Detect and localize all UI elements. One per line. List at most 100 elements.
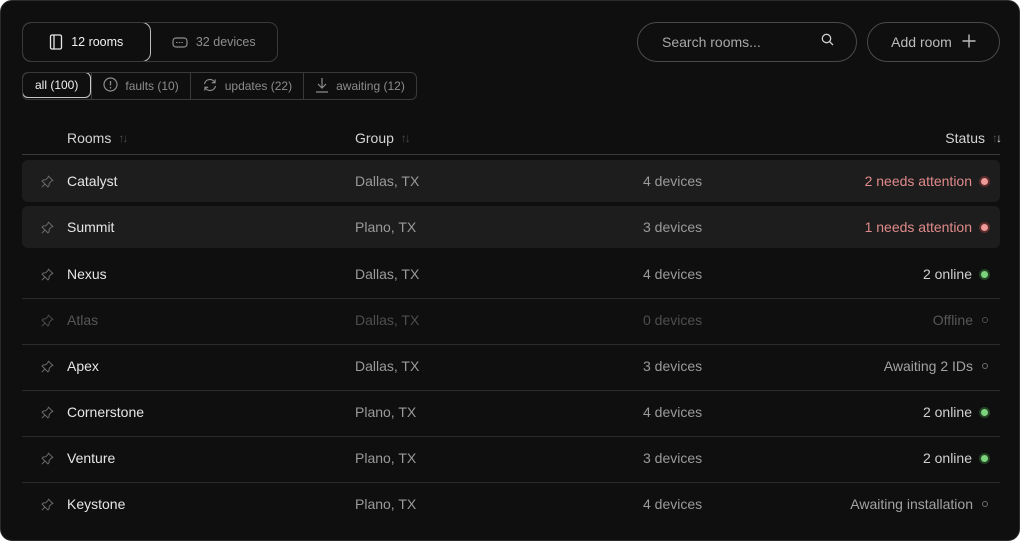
room-devices: 0 devices xyxy=(643,312,703,328)
search-input[interactable] xyxy=(662,34,812,50)
table-row[interactable]: Nexus Dallas, TX 4 devices 2 online xyxy=(22,253,1000,299)
alert-circle-icon xyxy=(103,77,118,95)
status-text: 1 needs attention xyxy=(864,219,972,235)
room-status: Offline xyxy=(933,299,988,341)
table-row[interactable]: Summit Plano, TX 3 devices 1 needs atten… xyxy=(22,206,1000,248)
status-dot xyxy=(982,317,988,323)
status-dot xyxy=(981,270,988,278)
download-icon xyxy=(315,77,329,96)
add-room-label: Add room xyxy=(891,34,952,50)
room-devices: 4 devices xyxy=(643,266,703,282)
room-name: Atlas xyxy=(67,312,99,328)
table-row[interactable]: Keystone Plano, TX 4 devices Awaiting in… xyxy=(22,483,1000,525)
room-status: Awaiting installation xyxy=(850,483,988,525)
filter-awaiting-label: awaiting (12) xyxy=(336,79,405,93)
room-status: Awaiting 2 IDs xyxy=(884,345,988,387)
room-name: Catalyst xyxy=(67,173,118,189)
table-row[interactable]: Catalyst Dallas, TX 4 devices 2 needs at… xyxy=(22,160,1000,202)
room-status: 1 needs attention xyxy=(865,206,988,248)
status-text: 2 needs attention xyxy=(864,173,972,189)
room-devices: 3 devices xyxy=(643,450,703,466)
status-text: Awaiting 2 IDs xyxy=(883,358,973,374)
devices-toggle-button[interactable]: 32 devices xyxy=(151,23,278,61)
rooms-icon xyxy=(49,34,63,50)
plus-icon xyxy=(962,34,976,51)
status-dot xyxy=(981,177,988,185)
room-name: Keystone xyxy=(67,496,126,512)
table-row[interactable]: Venture Plano, TX 3 devices 2 online xyxy=(22,437,1000,483)
add-room-button[interactable]: Add room xyxy=(867,22,1000,62)
column-status[interactable]: Status ↑↓ xyxy=(945,130,1002,146)
room-group: Plano, TX xyxy=(355,450,417,466)
table-row[interactable]: Apex Dallas, TX 3 devices Awaiting 2 IDs xyxy=(22,345,1000,391)
status-dot xyxy=(982,363,988,369)
filter-chips: all (100) faults (10) updates (22) await… xyxy=(22,72,417,100)
column-rooms[interactable]: Rooms ↑↓ xyxy=(67,130,128,146)
refresh-icon xyxy=(202,78,218,95)
room-status: 2 online xyxy=(923,253,988,295)
table-row[interactable]: Cornerstone Plano, TX 4 devices 2 online xyxy=(22,391,1000,437)
search-box[interactable] xyxy=(637,22,857,62)
pin-icon[interactable] xyxy=(41,299,54,341)
filter-awaiting[interactable]: awaiting (12) xyxy=(303,73,416,99)
pin-icon[interactable] xyxy=(41,253,54,295)
column-group[interactable]: Group ↑↓ xyxy=(355,130,411,146)
view-toggle: 12 rooms 32 devices xyxy=(22,22,278,62)
pin-icon[interactable] xyxy=(41,391,54,433)
rooms-toggle-button[interactable]: 12 rooms xyxy=(23,23,151,61)
pin-icon[interactable] xyxy=(41,483,54,525)
status-dot xyxy=(981,454,988,462)
filter-updates[interactable]: updates (22) xyxy=(189,73,303,99)
pin-icon[interactable] xyxy=(41,160,54,202)
sort-desc-icon: ↑↓ xyxy=(992,131,1002,145)
filter-all-label: all (100) xyxy=(35,78,79,92)
pin-icon[interactable] xyxy=(41,437,54,479)
room-devices: 4 devices xyxy=(643,496,703,512)
room-status: 2 needs attention xyxy=(865,160,988,202)
pin-icon[interactable] xyxy=(41,206,54,248)
room-group: Plano, TX xyxy=(355,219,417,235)
room-name: Apex xyxy=(67,358,99,374)
room-devices: 4 devices xyxy=(643,404,703,420)
room-name: Nexus xyxy=(67,266,107,282)
room-group: Plano, TX xyxy=(355,404,417,420)
filter-updates-label: updates (22) xyxy=(224,79,293,93)
filter-all[interactable]: all (100) xyxy=(22,73,92,98)
column-group-label: Group xyxy=(355,130,394,146)
status-dot xyxy=(981,223,988,231)
status-text: 2 online xyxy=(922,266,972,282)
room-name: Venture xyxy=(67,450,116,466)
room-devices: 3 devices xyxy=(643,358,703,374)
room-group: Dallas, TX xyxy=(355,358,420,374)
devices-toggle-label: 32 devices xyxy=(195,35,256,49)
column-rooms-label: Rooms xyxy=(67,130,112,146)
room-group: Dallas, TX xyxy=(355,266,420,282)
room-status: 2 online xyxy=(923,391,988,433)
sort-icon: ↑↓ xyxy=(118,131,128,145)
rooms-panel: 12 rooms 32 devices Add room all (100) f… xyxy=(0,0,1020,541)
room-group: Dallas, TX xyxy=(355,173,420,189)
room-group: Dallas, TX xyxy=(355,312,420,328)
room-devices: 4 devices xyxy=(643,173,703,189)
rooms-toggle-label: 12 rooms xyxy=(71,35,124,49)
column-status-label: Status xyxy=(945,130,985,146)
filter-faults-label: faults (10) xyxy=(125,79,179,93)
room-name: Cornerstone xyxy=(67,404,145,420)
status-text: Awaiting installation xyxy=(850,496,973,512)
room-status: 2 online xyxy=(923,437,988,479)
status-dot xyxy=(981,408,988,416)
pin-icon[interactable] xyxy=(41,345,54,387)
status-dot xyxy=(982,501,988,507)
table-row[interactable]: Atlas Dallas, TX 0 devices Offline xyxy=(22,299,1000,345)
filter-faults[interactable]: faults (10) xyxy=(91,73,189,99)
room-devices: 3 devices xyxy=(643,219,703,235)
sort-icon: ↑↓ xyxy=(400,131,411,145)
device-icon xyxy=(172,36,188,48)
table-header: Rooms ↑↓ Group ↑↓ Status ↑↓ xyxy=(22,123,1002,155)
search-icon[interactable] xyxy=(821,33,834,51)
status-text: Offline xyxy=(932,312,973,328)
status-text: 2 online xyxy=(922,450,972,466)
status-text: 2 online xyxy=(922,404,972,420)
room-group: Plano, TX xyxy=(355,496,417,512)
room-name: Summit xyxy=(67,219,115,235)
